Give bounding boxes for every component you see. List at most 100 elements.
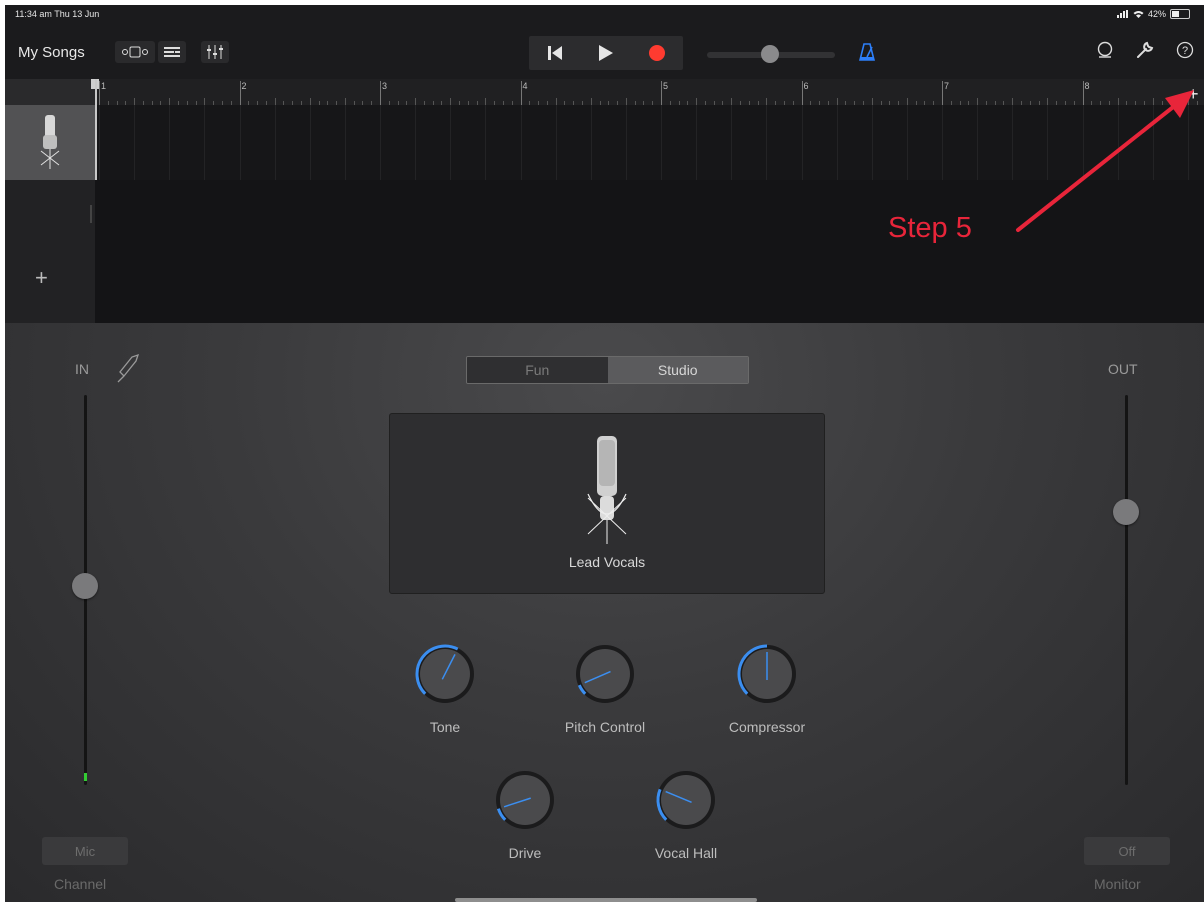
track-header[interactable] [5, 79, 95, 180]
tracks-icon [164, 47, 180, 57]
lane-grid-line [871, 105, 873, 180]
battery-icon [1170, 9, 1190, 19]
lane-grid-line [239, 105, 241, 180]
drive-knob[interactable] [494, 769, 556, 831]
record-icon [649, 45, 666, 61]
add-track-button[interactable]: + [35, 265, 48, 291]
ruler-tick [134, 98, 136, 105]
output-label: OUT [1108, 361, 1138, 377]
ruler-tick [801, 81, 803, 105]
ruler-bar-number: 7 [944, 81, 950, 91]
mode-segmented-control: Fun Studio [466, 356, 749, 384]
lane-grid-line [555, 105, 557, 180]
ruler-tick [344, 98, 346, 105]
step-annotation: Step 5 [888, 212, 972, 244]
ruler-tick [415, 98, 417, 105]
skip-back-icon [547, 46, 562, 60]
master-volume-knob[interactable] [761, 45, 779, 63]
battery-percent: 42% [1147, 9, 1166, 19]
audio-recorder-panel: IN Fun Studio OUT Lead Vocals Tone Pitch… [5, 323, 1204, 902]
pitch-control-label: Pitch Control [564, 719, 646, 735]
compressor-label: Compressor [728, 719, 806, 735]
ruler-tick [309, 98, 311, 105]
tracks-view-button[interactable] [158, 41, 186, 63]
vocal-hall-label: Vocal Hall [654, 845, 718, 861]
ruler-bar-number: 2 [241, 81, 247, 91]
ruler-tick [871, 98, 873, 105]
lane-grid-line [520, 105, 522, 180]
input-level-knob[interactable] [72, 573, 98, 599]
input-label: IN [75, 361, 89, 377]
ruler-bar-number: 5 [663, 81, 669, 91]
lane-grid-line [169, 105, 171, 180]
ruler-tick [836, 98, 838, 105]
record-button[interactable] [642, 38, 672, 68]
ruler-tick [485, 98, 487, 105]
help-button[interactable]: ? [1176, 41, 1194, 64]
mixer-icon [207, 45, 223, 59]
play-icon [598, 45, 613, 61]
lane-grid-line [274, 105, 276, 180]
toolbar-right-group: ? [1096, 41, 1194, 64]
ruler-tick [450, 98, 452, 105]
ruler-bar-number: 3 [382, 81, 388, 91]
ruler-tick [731, 98, 733, 105]
output-level-slider[interactable] [1125, 395, 1128, 785]
lane-grid-line [99, 105, 100, 180]
ruler-tick [766, 98, 768, 105]
playhead[interactable] [95, 79, 97, 180]
output-level-knob[interactable] [1113, 499, 1139, 525]
tone-knob[interactable] [414, 643, 476, 705]
transport-controls [529, 36, 683, 70]
my-songs-button[interactable]: My Songs [18, 44, 85, 61]
instrument-name: Lead Vocals [568, 554, 646, 570]
ruler-tick [520, 81, 522, 105]
lane-grid-line [906, 105, 908, 180]
ruler-tick [625, 98, 627, 105]
loop-icon [1097, 41, 1113, 58]
lane-grid-line [731, 105, 733, 180]
lane-grid-line [766, 105, 768, 180]
monitor-label: Monitor [1094, 876, 1141, 892]
lane-grid-line [977, 105, 979, 180]
ruler-tick [696, 98, 698, 105]
tab-fun[interactable]: Fun [467, 357, 608, 383]
ruler-tick [661, 81, 662, 105]
lane-grid-line [696, 105, 698, 180]
lane-grid-line [801, 105, 803, 180]
instrument-selector[interactable]: Lead Vocals [389, 413, 825, 594]
play-button[interactable] [591, 38, 621, 68]
ruler-tick [99, 81, 100, 105]
channel-button[interactable]: Mic [42, 837, 128, 865]
track-list-empty [5, 180, 95, 323]
track-thumbnail[interactable] [5, 105, 95, 180]
go-to-beginning-button[interactable] [540, 38, 570, 68]
lane-grid-line [625, 105, 627, 180]
wrench-icon [1137, 41, 1154, 58]
drive-label: Drive [508, 845, 542, 861]
wifi-icon [1133, 11, 1144, 18]
input-cable-icon [117, 353, 140, 383]
browser-view-button[interactable] [115, 41, 155, 63]
settings-button[interactable] [1136, 41, 1154, 64]
vocal-hall-knob[interactable] [655, 769, 717, 831]
track-resize-handle[interactable] [90, 205, 92, 223]
ruler-tick [169, 98, 171, 105]
help-icon: ? [1176, 41, 1194, 59]
lane-grid-line [661, 105, 662, 180]
monitor-button[interactable]: Off [1084, 837, 1170, 865]
tab-studio[interactable]: Studio [607, 357, 748, 383]
loop-browser-button[interactable] [1096, 41, 1114, 64]
ruler-tick [906, 98, 908, 105]
metronome-button[interactable] [858, 43, 876, 66]
ruler-tick [239, 81, 241, 105]
status-indicators: 42% [1116, 9, 1190, 19]
lane-grid-line [415, 105, 417, 180]
ruler-bar-number: 4 [522, 81, 528, 91]
mixer-button[interactable] [201, 41, 229, 63]
compressor-knob[interactable] [736, 643, 798, 705]
pitch-control-knob[interactable] [574, 643, 636, 705]
input-settings-button[interactable] [115, 351, 141, 390]
metronome-icon [858, 43, 876, 61]
input-level-meter [84, 773, 87, 781]
